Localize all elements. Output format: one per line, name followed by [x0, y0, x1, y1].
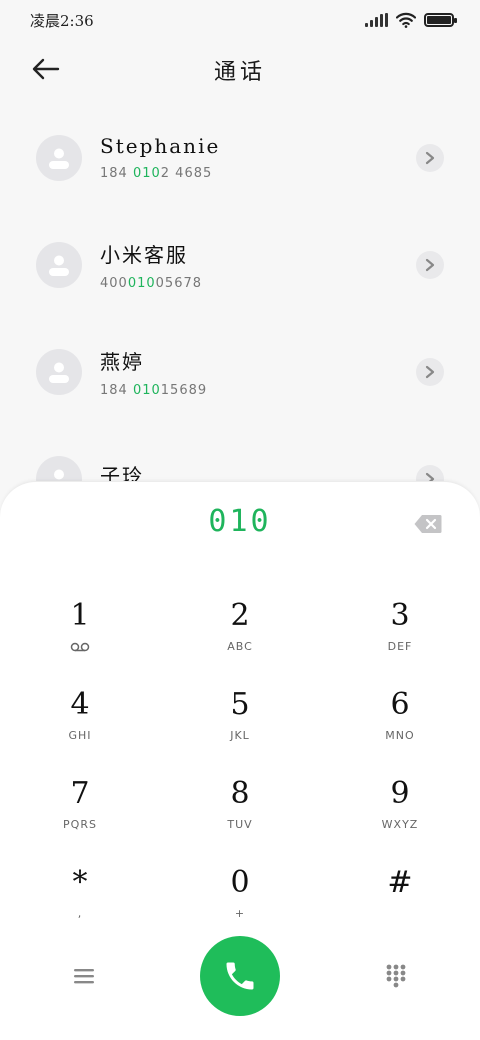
wifi-icon: [396, 12, 416, 28]
chevron-right-icon: [425, 151, 435, 164]
key-letters: ABC: [227, 640, 253, 653]
key-letters: JKL: [230, 729, 250, 742]
key-5[interactable]: 5 JKL: [160, 677, 320, 766]
key-1[interactable]: 1: [0, 588, 160, 677]
status-bar: 凌晨2:36: [0, 0, 480, 40]
key-letters: MNO: [385, 729, 415, 742]
dialpad-keys: 1 2 ABC 3 DEF 4 GHI 5 JKL 6 MNO 7 PQRS 8…: [0, 588, 480, 944]
menu-button[interactable]: [64, 956, 104, 996]
backspace-button[interactable]: [414, 514, 442, 534]
contact-number: 184 0102 4685: [100, 166, 213, 181]
key-letters: WXYZ: [381, 818, 419, 831]
contact-item[interactable]: 燕婷 184 01015689: [0, 318, 480, 425]
contact-name: 燕婷: [100, 349, 144, 374]
key-9[interactable]: 9 WXYZ: [320, 766, 480, 855]
dial-input[interactable]: 010: [0, 504, 480, 539]
key-3[interactable]: 3 DEF: [320, 588, 480, 677]
signal-icon: [365, 13, 388, 27]
status-time: 凌晨2:36: [30, 11, 94, 30]
avatar: [36, 134, 82, 181]
dialpad-sheet: 010 1 2 ABC 3 DEF 4 GHI 5 JKL 6 MNO 7 PQ…: [0, 481, 480, 1040]
call-button[interactable]: [200, 936, 280, 1016]
key-8[interactable]: 8 TUV: [160, 766, 320, 855]
status-icons: [365, 12, 457, 28]
key-digit: 2: [230, 598, 250, 633]
contact-list: Stephanie 184 0102 4685 小米客服 40001005678: [0, 104, 480, 532]
key-digit: 9: [390, 776, 410, 811]
person-icon: [49, 362, 69, 383]
battery-icon: [424, 13, 457, 27]
key-digit: 8: [230, 776, 250, 811]
key-digit: 7: [70, 776, 90, 811]
avatar: [36, 241, 82, 288]
key-letters: PQRS: [63, 818, 97, 831]
key-0[interactable]: 0 +: [160, 855, 320, 944]
key-letters: DEF: [387, 640, 413, 653]
key-letters: ,: [77, 907, 83, 920]
key-letters: +: [234, 907, 246, 920]
person-icon: [49, 255, 69, 276]
key-star[interactable]: * ,: [0, 855, 160, 944]
phone-icon: [226, 962, 254, 990]
contact-item[interactable]: Stephanie 184 0102 4685: [0, 104, 480, 211]
menu-icon: [74, 969, 94, 984]
contact-name: 小米客服: [100, 242, 188, 267]
key-letters: TUV: [227, 818, 253, 831]
chevron-right-icon: [425, 365, 435, 378]
key-digit: *: [72, 865, 88, 900]
contact-number: 184 01015689: [100, 382, 208, 398]
dialpad-toggle-button[interactable]: [376, 956, 416, 996]
contact-item[interactable]: 小米客服 40001005678: [0, 211, 480, 318]
key-digit: 5: [230, 687, 250, 722]
key-2[interactable]: 2 ABC: [160, 588, 320, 677]
key-digit: 6: [390, 687, 410, 722]
key-7[interactable]: 7 PQRS: [0, 766, 160, 855]
key-digit: #: [387, 865, 413, 900]
avatar: [36, 348, 82, 395]
backspace-icon: [414, 515, 442, 533]
key-digit: 3: [390, 598, 410, 633]
key-digit: 0: [230, 865, 250, 900]
page-title: 通话: [213, 60, 266, 85]
contact-detail-button[interactable]: [416, 357, 444, 386]
contact-name: Stephanie: [100, 134, 221, 158]
header: 通话: [0, 44, 480, 94]
contact-detail-button[interactable]: [416, 143, 444, 172]
key-6[interactable]: 6 MNO: [320, 677, 480, 766]
key-letters: GHI: [68, 729, 92, 742]
key-4[interactable]: 4 GHI: [0, 677, 160, 766]
chevron-right-icon: [425, 258, 435, 271]
dialpad-actions: [0, 936, 480, 1016]
person-icon: [49, 148, 69, 169]
contact-number: 40001005678: [100, 275, 203, 291]
key-digit: 1: [70, 598, 90, 633]
dialpad-icon: [386, 964, 406, 988]
contact-detail-button[interactable]: [416, 250, 444, 279]
voicemail-icon: [70, 642, 90, 652]
key-digit: 4: [70, 687, 90, 722]
key-hash[interactable]: #: [320, 855, 480, 944]
